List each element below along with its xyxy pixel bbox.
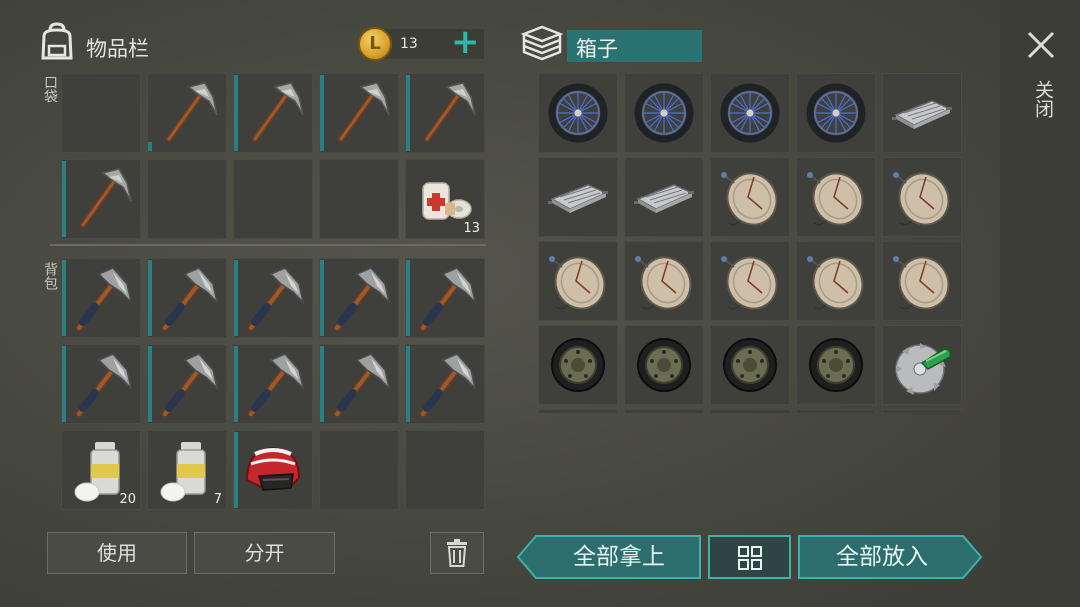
backpack-slot[interactable] xyxy=(405,344,485,424)
backpack-icon xyxy=(41,22,73,60)
put-all-button[interactable]: 全部放入 xyxy=(797,534,967,580)
box-panel: 箱子 全部拿上 全部放入 xyxy=(500,0,1000,607)
buy-coins-button[interactable]: + xyxy=(451,25,480,59)
backpack-slot[interactable] xyxy=(319,344,399,424)
backpack-slot[interactable] xyxy=(405,258,485,338)
pocket-slot[interactable] xyxy=(61,159,141,239)
backpack-slot[interactable]: 20 xyxy=(61,430,141,510)
box-slot[interactable] xyxy=(882,241,962,321)
box-slot[interactable] xyxy=(538,73,618,153)
use-button[interactable]: 使用 xyxy=(47,532,187,574)
box-grid xyxy=(500,0,1000,510)
box-slot[interactable] xyxy=(796,493,876,510)
box-slot[interactable] xyxy=(796,157,876,237)
pocket-slot[interactable] xyxy=(319,73,399,153)
box-slot[interactable] xyxy=(624,157,704,237)
backpack-slot[interactable] xyxy=(233,258,313,338)
box-slot[interactable] xyxy=(624,325,704,405)
inventory-title: 物品栏 xyxy=(86,37,149,61)
item-count: 7 xyxy=(213,492,222,507)
coin-icon: L xyxy=(358,27,392,61)
box-slot[interactable] xyxy=(624,493,704,510)
backpack-slot[interactable] xyxy=(319,430,399,510)
box-slot[interactable] xyxy=(882,493,962,510)
backpack-slot[interactable] xyxy=(147,344,227,424)
box-slot[interactable] xyxy=(710,73,790,153)
box-slot[interactable] xyxy=(538,241,618,321)
box-slot[interactable] xyxy=(882,73,962,153)
box-slot[interactable] xyxy=(624,241,704,321)
box-slot[interactable] xyxy=(882,409,962,413)
section-divider xyxy=(50,244,486,246)
box-slot[interactable] xyxy=(538,157,618,237)
box-slot[interactable] xyxy=(882,325,962,405)
take-all-button[interactable]: 全部拿上 xyxy=(536,534,702,580)
close-panel[interactable]: 关闭 xyxy=(1000,0,1080,607)
backpack-label: 背包 xyxy=(42,262,58,290)
pocket-slot[interactable] xyxy=(147,73,227,153)
box-slot[interactable] xyxy=(624,73,704,153)
pocket-slot[interactable] xyxy=(405,73,485,153)
box-slot[interactable] xyxy=(710,325,790,405)
split-button[interactable]: 分开 xyxy=(194,532,335,574)
box-slot[interactable] xyxy=(538,325,618,405)
backpack-slot[interactable] xyxy=(405,430,485,510)
backpack-slot[interactable] xyxy=(233,344,313,424)
pocket-slot[interactable]: 13 xyxy=(405,159,485,239)
pocket-slot[interactable] xyxy=(319,159,399,239)
box-slot[interactable] xyxy=(710,241,790,321)
box-slot[interactable] xyxy=(796,241,876,321)
pocket-label: 口袋 xyxy=(42,75,58,103)
pocket-slot[interactable] xyxy=(147,159,227,239)
backpack-slot[interactable] xyxy=(319,258,399,338)
backpack-slot[interactable] xyxy=(61,344,141,424)
box-slot[interactable] xyxy=(796,325,876,405)
grid-icon xyxy=(738,546,762,570)
item-count: 20 xyxy=(119,492,136,507)
close-icon[interactable] xyxy=(1027,31,1055,59)
box-slot[interactable] xyxy=(538,493,618,510)
box-slot[interactable] xyxy=(624,409,704,413)
box-slot[interactable] xyxy=(796,73,876,153)
grid-view-button[interactable] xyxy=(708,535,791,579)
coin-amount: 13 xyxy=(400,36,418,52)
backpack-slot[interactable] xyxy=(147,258,227,338)
box-slot[interactable] xyxy=(710,157,790,237)
box-slot[interactable] xyxy=(796,409,876,413)
box-slot[interactable] xyxy=(710,493,790,510)
box-slot[interactable] xyxy=(710,409,790,413)
trash-button[interactable] xyxy=(430,532,484,574)
pocket-slot[interactable] xyxy=(233,159,313,239)
close-label[interactable]: 关闭 xyxy=(1030,80,1057,118)
pocket-slot[interactable] xyxy=(61,73,141,153)
backpack-slot[interactable]: 7 xyxy=(147,430,227,510)
trash-icon xyxy=(447,539,467,567)
box-slot[interactable] xyxy=(538,409,618,413)
pocket-slot[interactable] xyxy=(233,73,313,153)
box-slot[interactable] xyxy=(882,157,962,237)
inventory-panel: 物品栏 L 13 + 口袋 背包 13 20 7 使用 分开 xyxy=(0,0,500,607)
item-count: 13 xyxy=(463,221,480,236)
backpack-slot[interactable] xyxy=(233,430,313,510)
backpack-slot[interactable] xyxy=(61,258,141,338)
